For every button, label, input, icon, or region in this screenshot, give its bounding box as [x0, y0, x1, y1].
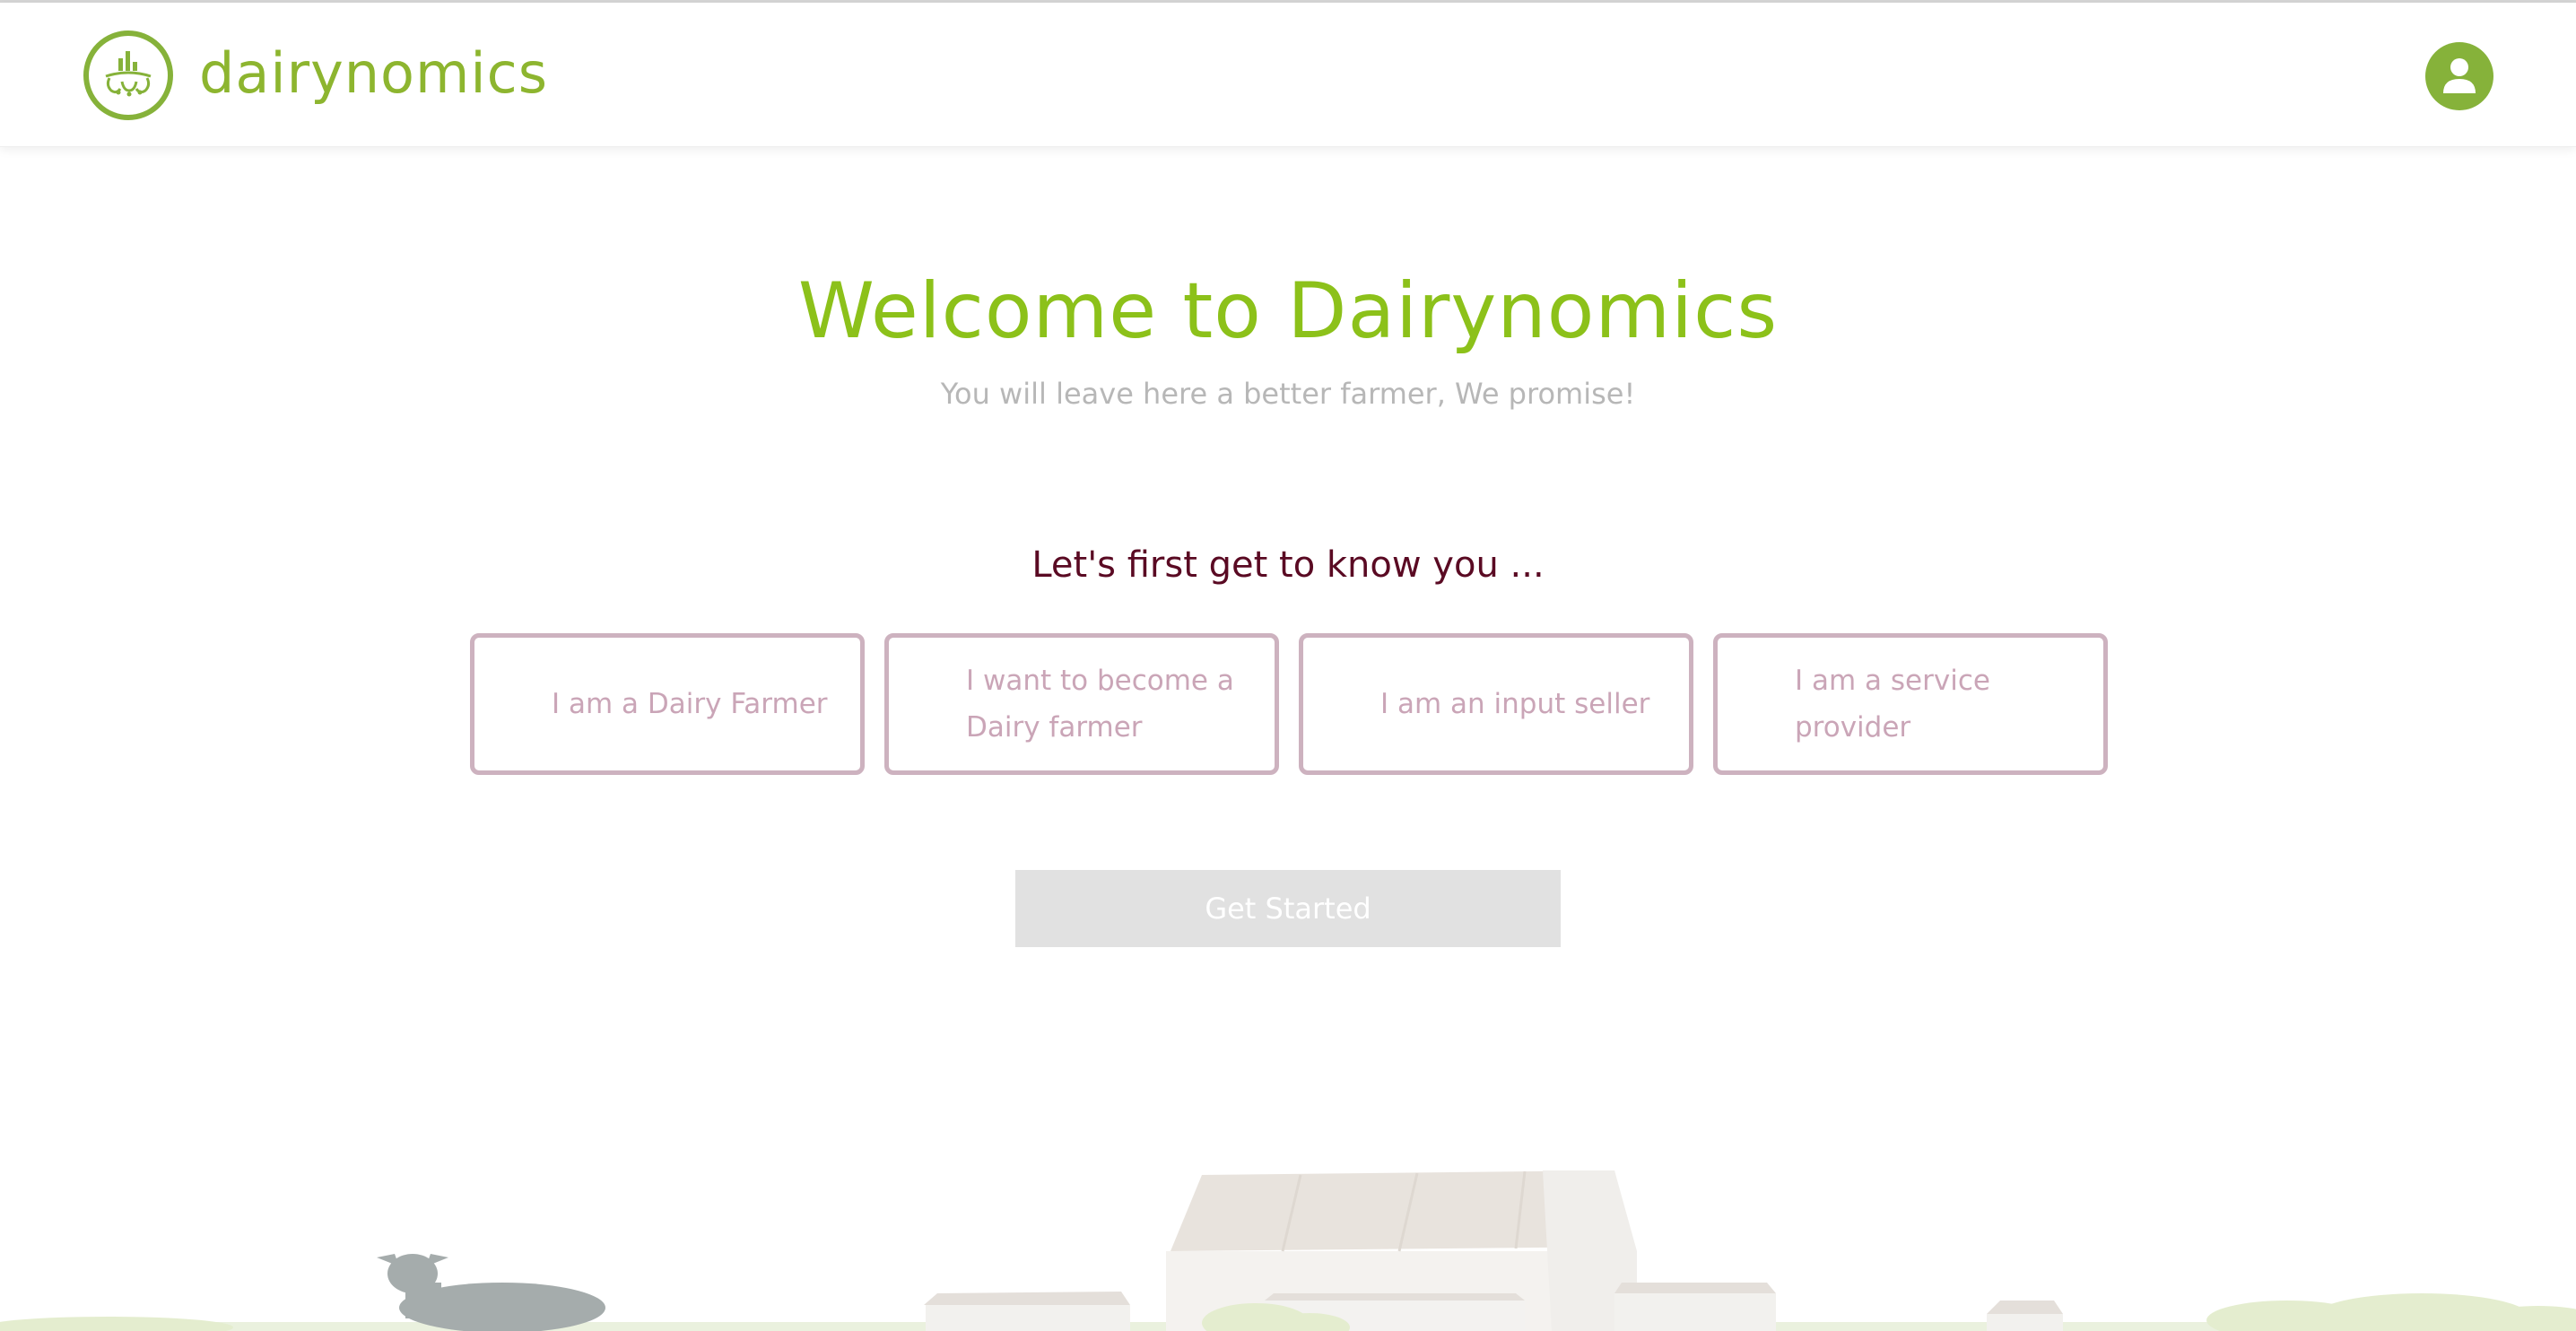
role-option-dairy-farmer[interactable]: I am a Dairy Farmer — [470, 633, 865, 775]
brand-name: dairynomics — [199, 40, 548, 106]
know-you-heading: Let's first get to know you ... — [1031, 544, 1545, 586]
cow-illustration — [377, 1254, 605, 1331]
role-option-label: I am a service provider — [1795, 665, 1990, 744]
get-started-button[interactable]: Get Started — [1015, 870, 1561, 947]
app-header: dairynomics — [0, 3, 2576, 147]
farm-illustration — [0, 1170, 2576, 1331]
role-option-label: I am a Dairy Farmer — [552, 688, 828, 720]
role-option-service-provider[interactable]: I am a service provider — [1713, 633, 2108, 775]
welcome-title: Welcome to Dairynomics — [797, 266, 1779, 356]
brand-logo-link[interactable]: dairynomics — [83, 30, 548, 121]
welcome-subtitle: You will leave here a better farmer, We … — [940, 377, 1636, 411]
role-option-input-seller[interactable]: I am an input seller — [1299, 633, 1693, 775]
role-option-label: I am an input seller — [1380, 688, 1650, 720]
dairynomics-logo-icon — [83, 30, 173, 120]
page: dairynomics Welcome to Dairynomics You w… — [0, 0, 2576, 1331]
user-icon — [2443, 58, 2476, 93]
role-option-label: I want to become a Dairy farmer — [966, 665, 1234, 744]
role-options: I am a Dairy Farmer I want to become a D… — [470, 633, 2108, 775]
profile-button[interactable] — [2425, 42, 2493, 110]
role-option-become-farmer[interactable]: I want to become a Dairy farmer — [884, 633, 1279, 775]
